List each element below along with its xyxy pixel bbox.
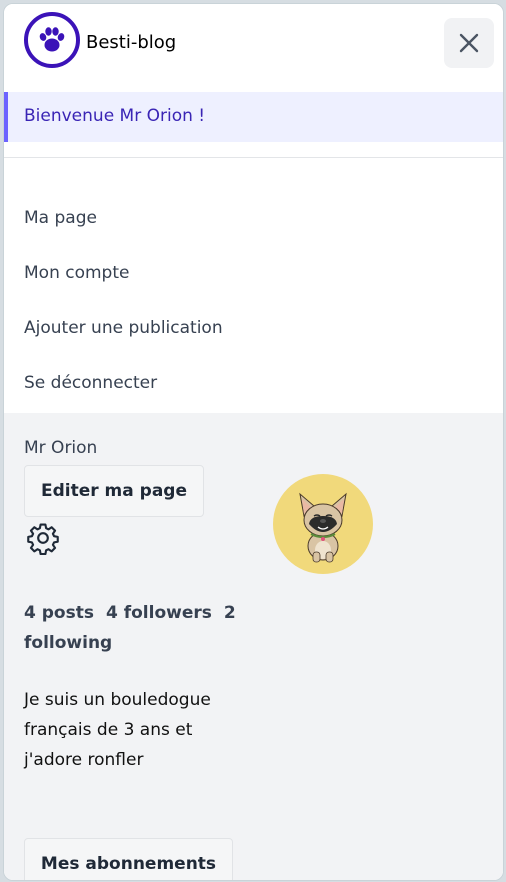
followers-count[interactable]: 4 followers	[106, 603, 212, 623]
edit-page-button[interactable]: Editer ma page	[24, 465, 204, 517]
brand-name[interactable]: Besti-blog	[86, 32, 176, 54]
header: Besti-blog	[4, 4, 503, 88]
divider	[4, 157, 503, 158]
mobile-menu-panel: Besti-blog Bienvenue Mr Orion ! Ma page …	[3, 3, 504, 881]
menu-item-ajouter-publication[interactable]: Ajouter une publication	[24, 318, 223, 338]
french-bulldog-avatar	[299, 492, 347, 563]
menu-item-mon-compte[interactable]: Mon compte	[24, 263, 129, 283]
menu-item-ma-page[interactable]: Ma page	[24, 208, 97, 228]
profile-bio: Je suis un bouledogue français de 3 ans …	[24, 690, 211, 770]
close-icon	[459, 33, 479, 53]
profile-avatar[interactable]	[273, 474, 373, 574]
paw-icon-graphic	[39, 27, 65, 52]
welcome-text: Bienvenue Mr Orion !	[24, 106, 206, 126]
subscriptions-button[interactable]: Mes abonnements	[24, 838, 233, 880]
gear-icon	[27, 523, 59, 556]
profile-stats: 4 posts 4 followers 2 following	[24, 598, 254, 658]
welcome-banner: Bienvenue Mr Orion !	[4, 92, 503, 142]
profile-section: Mr Orion Editer ma page 4 posts 4 follow…	[4, 413, 503, 880]
settings-button[interactable]	[26, 521, 60, 556]
posts-count[interactable]: 4 posts	[24, 603, 94, 623]
menu-item-se-deconnecter[interactable]: Se déconnecter	[24, 373, 157, 393]
close-button[interactable]	[444, 18, 494, 68]
profile-name: Mr Orion	[24, 438, 98, 458]
paw-icon[interactable]	[24, 12, 80, 68]
